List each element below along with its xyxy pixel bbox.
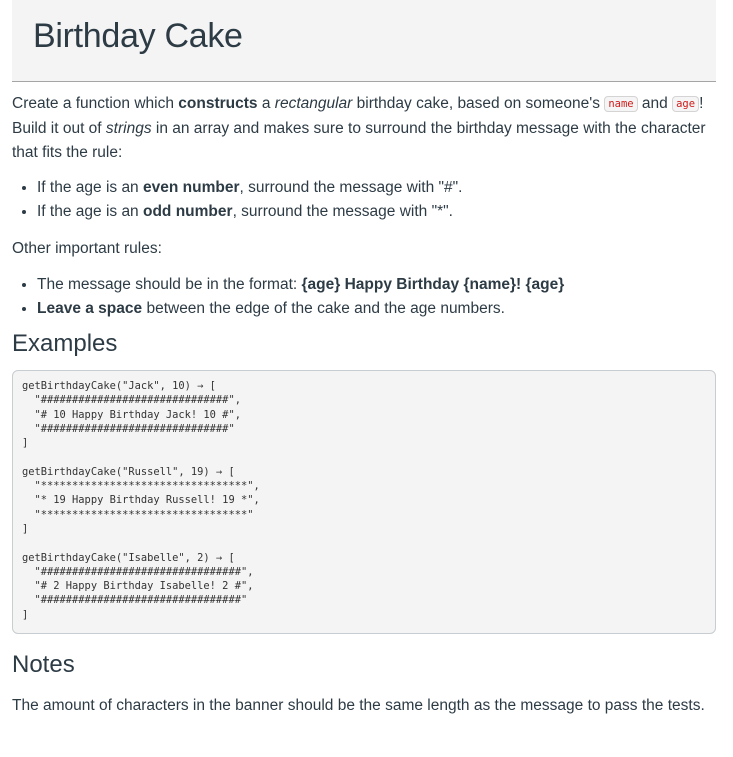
intro-paragraph: Create a function which constructs a rec… [12,92,720,165]
example-line: "################################" [22,594,248,607]
rule-item-odd: If the age is an odd number, surround th… [37,200,462,224]
rule-bold: odd number [143,203,233,220]
example-line: "*********************************" [22,508,254,521]
other-rules-label: Other important rules: [12,240,162,257]
intro-text: a [257,95,275,112]
rule-text: between the edge of the cake and the age… [142,300,505,317]
example-call: getBirthdayCake("Jack", 10) → [ [22,380,216,392]
intro-italic-rectangular: rectangular [274,95,353,112]
code-content: getBirthdayCake("Jack", 10) → [ "#######… [22,379,260,622]
rule-item-even: If the age is an even number, surround t… [37,176,462,200]
rule-item-format: The message should be in the format: {ag… [37,273,564,297]
examples-code-block: getBirthdayCake("Jack", 10) → [ "#######… [12,370,716,634]
intro-italic-strings: strings [105,120,152,137]
inline-code-age: age [672,96,700,112]
rule-bold: Leave a space [37,300,143,317]
example-call: getBirthdayCake("Isabelle", 2) → [ [22,551,235,564]
title-bar: Birthday Cake [12,0,716,82]
other-rules-list: The message should be in the format: {ag… [12,273,564,321]
page-title: Birthday Cake [33,17,243,55]
rule-bold: {age} Happy Birthday {name}! {age} [301,276,565,293]
example-line: "################################", [22,565,254,578]
example-line: "# 10 Happy Birthday Jack! 10 #", [22,408,241,421]
inline-code-name: name [604,96,638,112]
rule-text: , surround the message with "#". [239,179,463,196]
intro-text: birthday cake, based on someone's [352,95,605,112]
rules-list: If the age is an even number, surround t… [12,176,462,224]
rule-text: The message should be in the format: [37,276,302,293]
example-close: ] [22,522,29,535]
example-line: "##############################", [22,394,241,407]
example-line: "# 2 Happy Birthday Isabelle! 2 #", [22,580,254,593]
challenge-description: Create a function which constructs a rec… [12,92,720,714]
rule-item-space: Leave a space between the edge of the ca… [37,297,564,321]
intro-text: and [637,95,673,112]
example-close: ] [22,437,29,450]
example-line: "##############################" [22,422,235,435]
rule-text: If the age is an [37,203,143,220]
examples-heading: Examples [12,330,118,357]
example-line: "*********************************", [22,480,260,493]
example-call: getBirthdayCake("Russell", 19) → [ [22,465,235,478]
example-close: ] [22,608,29,621]
example-line: "* 19 Happy Birthday Russell! 19 *", [22,494,260,507]
rule-text: If the age is an [37,179,143,196]
intro-text: Create a function which [12,95,179,112]
rule-bold: even number [143,179,240,196]
rule-text: , surround the message with "*". [232,203,453,220]
intro-bold-constructs: constructs [178,95,258,112]
notes-text: The amount of characters in the banner s… [12,697,705,714]
notes-heading: Notes [12,651,75,678]
